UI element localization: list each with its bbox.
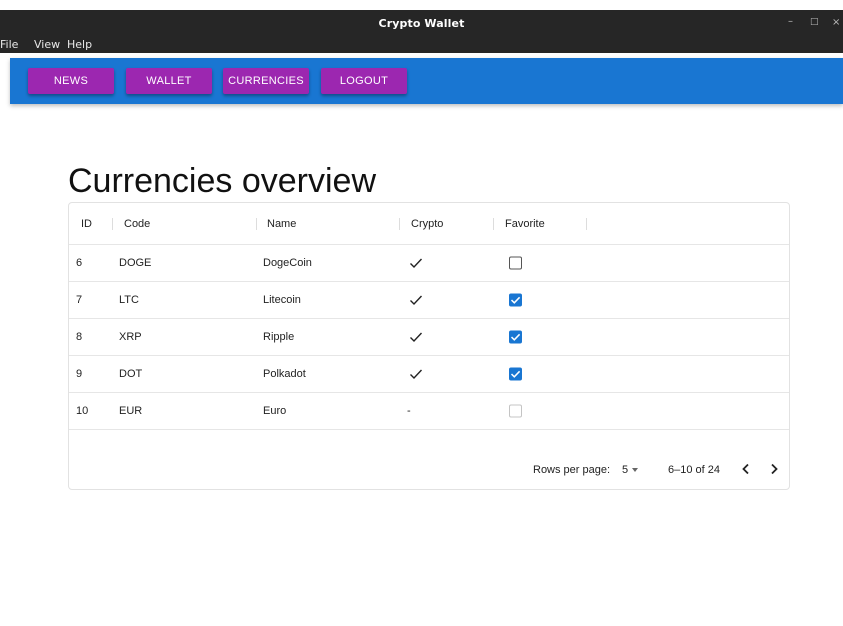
minimize-icon[interactable]: –	[788, 16, 793, 27]
news-button[interactable]: NEWS	[28, 68, 114, 94]
pagination-range: 6–10 of 24	[668, 464, 720, 476]
table-row[interactable]: 8 XRP Ripple	[69, 319, 789, 356]
column-header-code[interactable]: Code	[124, 218, 150, 230]
maximize-icon[interactable]: □	[810, 17, 819, 27]
favorite-checkbox	[509, 404, 522, 418]
chevron-right-icon[interactable]	[766, 461, 782, 477]
favorite-checkbox[interactable]	[509, 256, 522, 270]
cell-id: 9	[76, 368, 83, 380]
dropdown-arrow-icon[interactable]	[632, 468, 638, 472]
wallet-button[interactable]: WALLET	[126, 68, 212, 94]
menu-view[interactable]: View	[34, 38, 60, 51]
column-header-id[interactable]: ID	[81, 218, 92, 230]
window-titlebar: Crypto Wallet – □ ×	[0, 10, 843, 36]
cell-name: Polkadot	[263, 368, 306, 380]
table-row[interactable]: 7 LTC Litecoin	[69, 282, 789, 319]
cell-id: 6	[76, 257, 83, 269]
cell-name: Litecoin	[263, 294, 301, 306]
table-row[interactable]: 6 DOGE DogeCoin	[69, 245, 789, 282]
rows-per-page-label: Rows per page:	[533, 464, 611, 476]
cell-code: XRP	[119, 331, 142, 343]
check-icon	[410, 295, 423, 306]
currencies-table: ID Code Name Crypto Favorite 6 DOGE Doge…	[68, 202, 790, 490]
close-icon[interactable]: ×	[832, 17, 840, 28]
logout-button[interactable]: LOGOUT	[321, 68, 407, 94]
cell-id: 7	[76, 294, 83, 306]
table-header-row: ID Code Name Crypto Favorite	[69, 203, 789, 245]
check-icon	[410, 258, 423, 269]
table-row[interactable]: 9 DOT Polkadot	[69, 356, 789, 393]
column-header-name[interactable]: Name	[267, 218, 296, 230]
cell-crypto: -	[407, 405, 411, 417]
favorite-checkbox[interactable]	[509, 293, 522, 307]
pagination-footer: Rows per page: 5 6–10 of 24	[69, 430, 789, 490]
column-separator[interactable]	[112, 218, 113, 230]
checkmark-icon	[510, 370, 521, 378]
cell-code: LTC	[119, 294, 139, 306]
app-bar: NEWS WALLET CURRENCIES LOGOUT	[10, 58, 843, 104]
column-separator[interactable]	[493, 218, 494, 230]
column-header-favorite[interactable]: Favorite	[505, 218, 545, 230]
checkmark-icon	[510, 333, 521, 341]
page-title: Currencies overview	[68, 162, 376, 200]
column-separator[interactable]	[586, 218, 587, 230]
cell-code: DOGE	[119, 257, 152, 269]
cell-code: EUR	[119, 405, 143, 417]
column-separator[interactable]	[256, 218, 257, 230]
currencies-button[interactable]: CURRENCIES	[223, 68, 309, 94]
cell-code: DOT	[119, 368, 143, 380]
rows-per-page-select[interactable]: 5	[622, 464, 628, 476]
cell-name: DogeCoin	[263, 257, 312, 269]
column-header-crypto[interactable]: Crypto	[411, 218, 443, 230]
check-icon	[410, 332, 423, 343]
cell-id: 10	[76, 405, 89, 417]
cell-name: Euro	[263, 405, 287, 417]
cell-id: 8	[76, 331, 83, 343]
table-row[interactable]: 10 EUR Euro -	[69, 393, 789, 430]
chevron-left-icon[interactable]	[738, 461, 754, 477]
favorite-checkbox[interactable]	[509, 330, 522, 344]
menu-help[interactable]: Help	[67, 38, 92, 51]
favorite-checkbox[interactable]	[509, 367, 522, 381]
menu-file[interactable]: File	[0, 38, 18, 51]
column-separator[interactable]	[399, 218, 400, 230]
cell-name: Ripple	[263, 331, 295, 343]
window-title: Crypto Wallet	[378, 17, 465, 30]
check-icon	[410, 369, 423, 380]
menu-bar: File View Help	[0, 36, 843, 53]
checkmark-icon	[510, 296, 521, 304]
